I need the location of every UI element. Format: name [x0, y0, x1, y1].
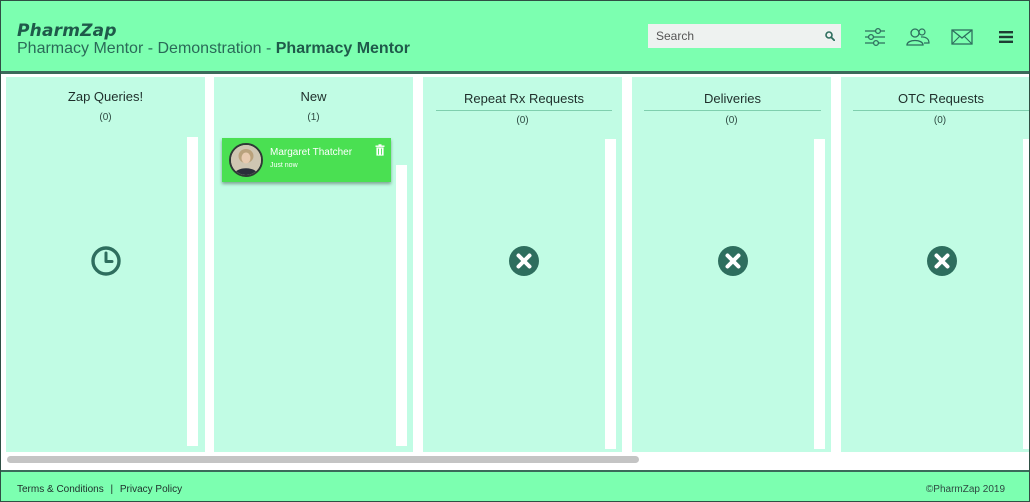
copyright-text: ©PharmZap 2019 [925, 484, 1005, 495]
column-count: (0) [933, 115, 947, 126]
subtitle-prefix: Pharmacy Mentor - Demonstration - [17, 40, 276, 57]
pharmzap-logo[interactable]: PharmZap [17, 21, 117, 41]
column-count: (0) [516, 115, 529, 126]
hamburger-menu-icon[interactable] [994, 25, 1018, 49]
scrollbar-thumb[interactable] [7, 456, 639, 463]
column-scrollbar[interactable] [396, 165, 407, 446]
footer-links: Terms & Conditions | Privacy Policy [17, 484, 182, 495]
column-title: New [300, 89, 327, 104]
search-box [648, 24, 841, 48]
footer-separator: | [110, 484, 114, 495]
page-footer: Terms & Conditions | Privacy Policy ©Pha… [1, 470, 1029, 501]
column-title: Zap Queries! [67, 89, 144, 104]
sliders-icon[interactable] [863, 25, 887, 49]
privacy-link[interactable]: Privacy Policy [120, 484, 182, 495]
top-header: PharmZap Pharmacy Mentor - Demonstration… [1, 1, 1029, 74]
column-new: New (1) Margaret Thatcher Just now [214, 77, 413, 452]
column-count: (0) [99, 112, 112, 123]
close-circle-icon [718, 246, 748, 276]
app-window: PharmZap Pharmacy Mentor - Demonstration… [0, 0, 1030, 502]
close-circle-icon [927, 246, 957, 276]
kanban-board: Zap Queries! (0) New (1) Margaret Thatch… [1, 77, 1029, 453]
terms-link[interactable]: Terms & Conditions [17, 484, 104, 495]
column-otc-requests: OTC Requests (0) [841, 77, 1029, 452]
search-icon[interactable] [819, 24, 841, 48]
trash-icon[interactable] [375, 144, 385, 156]
column-title: Repeat Rx Requests [436, 91, 612, 111]
column-title: OTC Requests [853, 91, 1029, 111]
subtitle-pharmacy-name: Pharmacy Mentor [275, 40, 411, 57]
column-scrollbar[interactable] [187, 137, 198, 446]
mail-icon[interactable] [950, 25, 974, 49]
column-repeat-rx-requests: Repeat Rx Requests (0) [423, 77, 622, 452]
column-count: (1) [307, 112, 320, 123]
column-zap-queries: Zap Queries! (0) [6, 77, 205, 452]
clock-icon [91, 246, 121, 276]
board-horizontal-scrollbar[interactable] [1, 453, 1029, 467]
users-icon[interactable] [906, 25, 930, 49]
card-timestamp: Just now [270, 162, 298, 169]
page-subtitle: Pharmacy Mentor - Demonstration - Pharma… [17, 40, 410, 58]
patient-card[interactable]: Margaret Thatcher Just now [222, 138, 391, 182]
column-count: (0) [725, 115, 738, 126]
card-patient-name: Margaret Thatcher [270, 147, 353, 158]
column-title: Deliveries [644, 91, 821, 111]
column-scrollbar[interactable] [605, 139, 616, 449]
column-scrollbar[interactable] [814, 139, 825, 449]
search-input[interactable] [648, 24, 819, 48]
close-circle-icon [509, 246, 539, 276]
column-scrollbar[interactable] [1023, 139, 1029, 449]
column-deliveries: Deliveries (0) [632, 77, 831, 452]
avatar [229, 143, 263, 177]
